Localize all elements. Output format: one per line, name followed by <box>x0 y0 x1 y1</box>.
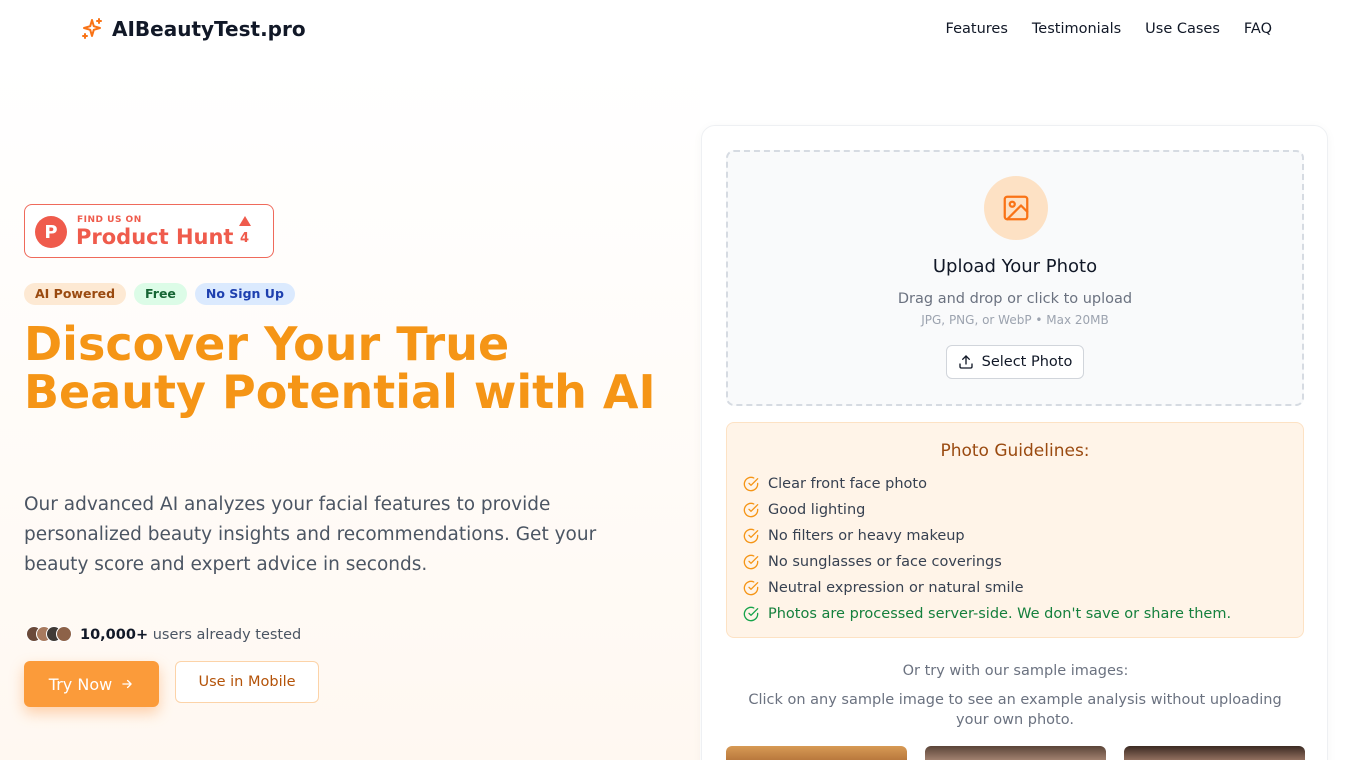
sample-image[interactable] <box>925 746 1106 760</box>
product-hunt-small-label: FIND US ON <box>77 215 142 225</box>
avatar <box>56 626 72 642</box>
check-circle-icon <box>743 476 759 492</box>
guideline-item: Clear front face photo <box>743 471 1231 497</box>
photo-guidelines: Photo Guidelines: Clear front face photo… <box>726 422 1304 638</box>
select-photo-label: Select Photo <box>981 354 1073 370</box>
guideline-item: Good lighting <box>743 497 1231 523</box>
brand-name: AIBeautyTest.pro <box>112 17 306 41</box>
guidelines-title: Photo Guidelines: <box>940 441 1090 461</box>
guidelines-list: Clear front face photo Good lighting No … <box>743 471 1231 627</box>
tag-free: Free <box>134 283 187 305</box>
check-circle-icon <box>743 580 759 596</box>
nav-use-cases[interactable]: Use Cases <box>1145 21 1220 37</box>
hero-title: Discover Your True Beauty Potential with… <box>24 317 656 419</box>
check-circle-icon <box>743 502 759 518</box>
upload-icon <box>958 355 973 369</box>
privacy-note: Photos are processed server-side. We don… <box>743 601 1231 627</box>
product-hunt-icon: P <box>35 216 67 248</box>
guideline-item: No filters or heavy makeup <box>743 523 1231 549</box>
use-in-mobile-button[interactable]: Use in Mobile <box>175 661 319 703</box>
guideline-text: Good lighting <box>768 502 866 518</box>
users-tested-text: 10,000+ users already tested <box>80 627 301 643</box>
brand-logo[interactable]: AIBeautyTest.pro <box>80 17 306 41</box>
guideline-item: Neutral expression or natural smile <box>743 575 1231 601</box>
sample-images-description: Click on any sample image to see an exam… <box>748 692 1282 728</box>
nav-features[interactable]: Features <box>946 21 1008 37</box>
guideline-text: No filters or heavy makeup <box>768 528 965 544</box>
upvote-arrow-icon <box>239 216 251 226</box>
user-avatars <box>26 626 72 642</box>
sample-images-title: Or try with our sample images: <box>902 663 1129 679</box>
check-circle-icon <box>743 528 759 544</box>
upload-subtitle: Drag and drop or click to upload <box>897 291 1133 307</box>
users-label: users already tested <box>152 627 302 643</box>
upvote-count: 4 <box>240 231 250 246</box>
hero-description: Our advanced AI analyzes your facial fea… <box>24 494 597 575</box>
guideline-text: No sunglasses or face coverings <box>768 554 1002 570</box>
try-now-button[interactable]: Try Now <box>24 661 159 707</box>
sparkle-icon <box>82 18 102 39</box>
tag-ai-powered: AI Powered <box>24 283 127 305</box>
users-count: 10,000+ <box>80 627 149 643</box>
sample-image[interactable] <box>1124 746 1305 760</box>
privacy-text: Photos are processed server-side. We don… <box>768 606 1232 622</box>
upload-title: Upload Your Photo <box>932 256 1098 277</box>
feature-tags: AI Powered Free No Sign Up <box>24 283 295 305</box>
tag-no-sign-up: No Sign Up <box>194 283 295 305</box>
site-header: AIBeautyTest.pro Features Testimonials U… <box>0 0 1352 60</box>
product-hunt-badge[interactable]: P FIND US ON Product Hunt 4 <box>24 204 274 258</box>
nav-testimonials[interactable]: Testimonials <box>1032 21 1121 37</box>
image-icon <box>984 176 1048 240</box>
upload-card: Upload Your Photo Drag and drop or click… <box>701 125 1328 760</box>
check-circle-icon <box>743 606 759 622</box>
arrow-right-icon <box>122 679 132 689</box>
upload-hint: JPG, PNG, or WebP • Max 20MB <box>921 313 1109 327</box>
guideline-text: Neutral expression or natural smile <box>768 580 1024 596</box>
check-circle-icon <box>743 554 759 570</box>
main-nav: Features Testimonials Use Cases FAQ <box>946 21 1272 37</box>
product-hunt-label: Product Hunt <box>76 225 234 249</box>
photo-dropzone[interactable]: Upload Your Photo Drag and drop or click… <box>726 150 1304 406</box>
sample-image[interactable] <box>726 746 907 760</box>
guideline-text: Clear front face photo <box>768 476 927 492</box>
sample-images <box>726 746 1305 760</box>
guideline-item: No sunglasses or face coverings <box>743 549 1231 575</box>
nav-faq[interactable]: FAQ <box>1244 21 1272 37</box>
try-now-label: Try Now <box>48 674 113 694</box>
select-photo-button[interactable]: Select Photo <box>946 345 1084 379</box>
